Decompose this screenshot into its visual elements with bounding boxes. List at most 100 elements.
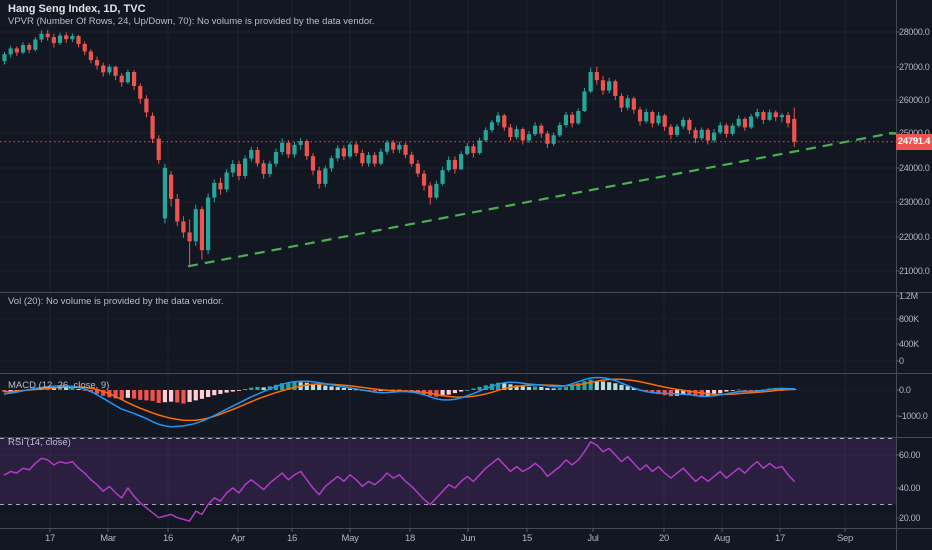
candle-body [496,115,501,123]
candle-body [736,118,741,126]
candle-body [730,125,735,134]
macd-histogram-bar [175,390,180,403]
macd-histogram-bar [125,390,130,398]
candle-body [656,115,661,124]
candle-body [397,144,402,150]
candle-body [705,129,710,141]
time-tick-label: 16 [163,533,173,544]
price-axis[interactable]: 28000.027000.026000.025000.024000.023000… [896,0,932,528]
candle-body [644,112,649,122]
macd-tick-label: 0.0 [899,385,911,395]
price-tick-label: 28000.0 [899,27,930,37]
candle-body [724,125,729,134]
candle-body [452,159,458,170]
time-tick-label: 18 [405,533,415,544]
candle-body [613,81,618,96]
macd-histogram-bar [206,390,211,398]
vpvr-indicator-legend[interactable]: VPVR (Number Of Rows, 24, Up/Down, 70): … [8,16,374,28]
macd-tick-label: -1000.0 [899,411,928,421]
time-axis[interactable]: 17 Mar 16 Apr 16 May 18 Jun 15 Jul 20 Aug 17 Sep [0,528,932,550]
macd-histogram-bar [526,386,532,390]
candle-body [39,33,44,40]
candle-body [539,125,544,134]
price-tick-label: 24000.0 [899,163,930,173]
macd-histogram-bar [588,379,593,390]
price-tick-label: 22000.0 [899,232,930,242]
macd-histogram-bar [446,390,451,395]
time-tick-label: Aug [713,533,731,544]
macd-histogram-bar [545,387,550,390]
time-tick-label: 17 [775,533,785,544]
candle-body [33,39,38,50]
candle-body [199,209,205,251]
candle-body [465,146,470,155]
candle-body [607,81,612,91]
time-tick-label: 20 [659,533,669,544]
candle-body [329,158,334,169]
candle-body [668,126,673,135]
macd-histogram-bar [582,381,587,390]
candle-body [125,72,130,83]
candle-body [508,127,513,137]
macd-histogram-bar [150,390,155,401]
volume-tick-label: 1.2M [899,291,918,301]
macd-line [3,376,796,428]
macd-histogram-bar [131,390,137,399]
candle-body [773,112,778,118]
macd-histogram-bar [212,390,217,396]
candle-body [280,142,285,153]
candle-body [27,44,32,50]
macd-histogram-bar [539,386,544,390]
candle-body [175,198,180,222]
candle-body [619,95,624,108]
macd-histogram-bar [563,386,569,390]
candle-body [718,125,723,133]
candle-body [341,148,346,157]
macd-histogram-bar [218,390,223,394]
time-tick-label: 17 [45,533,55,544]
candle-body [193,209,198,242]
macd-histogram-bar [718,390,723,394]
main-pane-legend: Hang Seng Index, 1D, TVC VPVR (Number Of… [8,3,374,28]
macd-histogram-bar [736,389,741,391]
candle-body [625,98,630,108]
candle-body [255,149,260,164]
price-tick-label: 23000.0 [899,197,930,207]
macd-histogram-bar [329,386,334,390]
candle-body [8,48,13,55]
macd-indicator-legend[interactable]: MACD (12, 26, close, 9) [8,380,109,392]
rsi-indicator-legend[interactable]: RSI (14, close) [8,437,71,449]
candle-body [243,158,248,176]
macd-histogram-bar [168,390,174,402]
time-tick-label: Apr [231,533,245,544]
chart-canvas[interactable] [0,0,932,550]
candle-body [82,43,87,52]
candle-body [372,155,377,164]
macd-histogram-bar [471,388,476,390]
time-tick-label: May [341,533,359,544]
candle-body [526,134,532,141]
volume-indicator-legend[interactable]: Vol (20): No volume is provided by the d… [8,296,223,308]
candle-body [699,129,704,139]
macd-histogram-bar [138,390,143,400]
candle-body [107,66,112,73]
candle-body [181,221,186,233]
candle-body [767,112,772,120]
macd-signal-line [3,378,796,422]
candle-body [187,232,192,242]
symbol-title[interactable]: Hang Seng Index, 1D, TVC [8,3,374,16]
candle-body [742,118,747,128]
candle-body [637,109,643,122]
candle-body [687,119,692,131]
candle-body [236,164,242,176]
candle-body [711,132,717,141]
candle-body [317,170,322,184]
candle-body [212,182,217,198]
candle-body [119,75,124,83]
candle-body [434,183,439,198]
macd-histogram-bar [477,386,482,390]
macd-histogram-bar [255,386,260,390]
rsi-tick-label: 20.00 [899,513,921,523]
macd-histogram-bar [144,390,149,401]
time-tick-label: Jul [587,533,599,544]
